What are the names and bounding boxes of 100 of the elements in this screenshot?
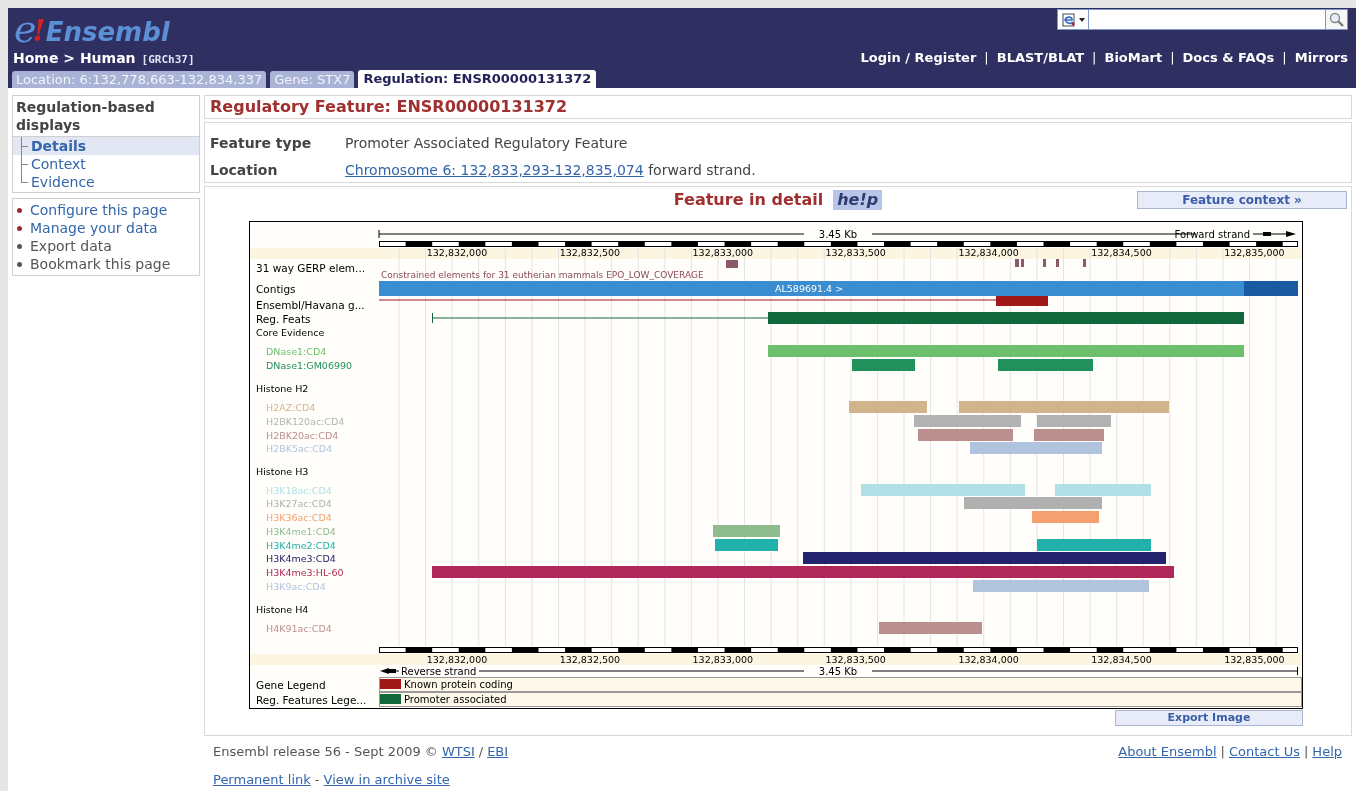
forward-arrow-icon: [1252, 231, 1296, 237]
tick-label: 132,834,000: [958, 654, 1019, 665]
tick-label: 132,833,500: [825, 654, 886, 665]
field-label: Feature type: [210, 134, 313, 153]
legend-label: Known protein coding: [404, 679, 513, 690]
track-label: DNase1:CD4: [266, 346, 327, 357]
scale-length: 3.45 Kb: [818, 666, 858, 677]
track-label: H3K4me3:CD4: [266, 553, 336, 564]
field-label: Location: [210, 161, 279, 180]
bullet-icon: [17, 243, 22, 249]
field-value: Chromosome 6: 132,833,293-132,835,074 forward strand.: [345, 161, 756, 180]
track-label: H2BK20ac:CD4: [266, 430, 339, 441]
track-label: Reg. Feats: [256, 313, 311, 325]
sidebar-link: Export data: [30, 236, 112, 256]
track-label: Contigs: [256, 283, 296, 295]
constrained-element: [1056, 259, 1059, 267]
tick-label: 132,832,000: [426, 654, 488, 665]
link-separator: /: [478, 743, 484, 761]
tab[interactable]: Regulation: ENSR00000131372: [358, 70, 597, 88]
tick-label: 132,834,500: [1091, 654, 1152, 665]
bullet-icon: [17, 207, 22, 213]
tick-label: 132,834,500: [1091, 247, 1152, 258]
track-group-heading: Core Evidence: [256, 327, 325, 338]
contig-label: AL589691.4 >: [775, 283, 844, 294]
bullet-icon: [17, 225, 22, 231]
footer-link[interactable]: WTSI: [441, 742, 475, 762]
search-icon: [1329, 12, 1344, 27]
track-label: H2AZ:CD4: [266, 402, 316, 413]
constrained-element: [1083, 259, 1086, 267]
track-label: H3K18ac:CD4: [266, 485, 332, 496]
feature-context-button[interactable]: Feature context »: [1137, 191, 1347, 209]
nav-separator: |: [1170, 49, 1175, 67]
page-title: Regulatory Feature: ENSR00000131372: [210, 96, 568, 118]
track-label: H3K4me2:CD4: [266, 540, 336, 551]
nav-link[interactable]: Mirrors: [1294, 48, 1348, 68]
constrained-element: [726, 260, 738, 268]
nav-separator: |: [1092, 49, 1097, 67]
scale-length: 3.45 Kb: [818, 229, 858, 240]
track-label: 31 way GERP elem...: [256, 262, 366, 274]
track-label: Ensembl/Havana g...: [256, 299, 365, 311]
site-logo[interactable]: e!Ensembl: [14, 10, 170, 48]
track-label: H3K4me1:CD4: [266, 526, 336, 537]
track-label: H3K9ac:CD4: [266, 581, 326, 592]
tick-label: 132,832,500: [559, 247, 621, 258]
link-separator: -: [314, 771, 320, 787]
sidebar-link: Bookmark this page: [30, 254, 171, 274]
tick-label: 132,835,000: [1224, 247, 1285, 258]
export-image-button[interactable]: Export Image: [1115, 710, 1303, 726]
location-link[interactable]: Chromosome 6: 132,833,293-132,835,074: [345, 162, 644, 178]
strand-label: Forward strand: [1174, 229, 1250, 240]
feature-bar: [1032, 511, 1099, 523]
release-text: Ensembl release 56 - Sept 2009 ©: [213, 743, 438, 761]
footer-link[interactable]: Help: [1312, 742, 1342, 762]
track-label: H3K27ac:CD4: [266, 498, 332, 509]
tick-label: 132,833,500: [825, 247, 886, 258]
search-bar[interactable]: [1057, 9, 1348, 30]
nav-separator: |: [984, 49, 989, 67]
track-label: DNase1:GM06990: [266, 360, 353, 371]
constrained-element: [1043, 259, 1046, 267]
strand-label: Reverse strand: [401, 666, 477, 677]
track-label: Gene Legend: [256, 679, 326, 691]
link-separator: |: [1303, 743, 1309, 761]
track-label: Reg. Features Lege...: [256, 694, 367, 706]
panel-title: Feature in detail: [673, 189, 824, 211]
tick-label: 132,835,000: [1224, 654, 1285, 665]
feature-bar: [713, 525, 780, 537]
track-label: H3K4me3:HL-60: [266, 567, 344, 578]
nav-link[interactable]: Login / Register: [860, 48, 977, 68]
tick-label: 132,833,000: [692, 654, 753, 665]
footer-link[interactable]: View in archive site: [323, 771, 450, 787]
feature-bar: [715, 539, 778, 551]
sidebar-item[interactable]: Details: [13, 137, 199, 155]
tick-label: 132,832,500: [559, 654, 621, 665]
field-value: Promoter Associated Regulatory Feature: [345, 134, 628, 153]
breadcrumb[interactable]: Home > Human: [13, 48, 136, 69]
search-engine-icon: [1061, 11, 1077, 28]
nav-link[interactable]: Docs & FAQs: [1182, 48, 1275, 68]
sidebar-item[interactable]: Context: [13, 155, 199, 173]
track-label: H2BK120ac:CD4: [266, 416, 345, 427]
help-button[interactable]: he!p: [833, 190, 883, 210]
search-button[interactable]: [1325, 10, 1347, 29]
track-label: H3K36ac:CD4: [266, 512, 332, 523]
bullet-icon: [17, 261, 22, 267]
tick-label: 132,834,000: [958, 247, 1019, 258]
footer-link[interactable]: Permanent link: [213, 771, 311, 787]
track-description: Constrained elements for 31 eutherian mammals EPO_LOW_COVERAGE: [381, 270, 704, 280]
track-label: H4K91ac:CD4: [266, 623, 332, 634]
footer-link[interactable]: About Ensembl: [1118, 742, 1217, 762]
track-label: H2BK5ac:CD4: [266, 443, 333, 454]
nav-link[interactable]: BioMart: [1104, 48, 1163, 68]
track-group-heading: Histone H4: [256, 604, 309, 615]
track-group-heading: Histone H2: [256, 383, 309, 394]
footer-link[interactable]: EBI: [487, 742, 509, 762]
link-separator: |: [1220, 743, 1225, 761]
tick-label: 132,832,000: [426, 247, 488, 258]
legend-label: Promoter associated: [404, 694, 507, 705]
footer-link[interactable]: Contact Us: [1228, 742, 1300, 762]
sidebar-item[interactable]: Evidence: [13, 173, 199, 191]
track-group-heading: Histone H3: [256, 466, 309, 477]
nav-link[interactable]: BLAST/BLAT: [996, 48, 1085, 68]
